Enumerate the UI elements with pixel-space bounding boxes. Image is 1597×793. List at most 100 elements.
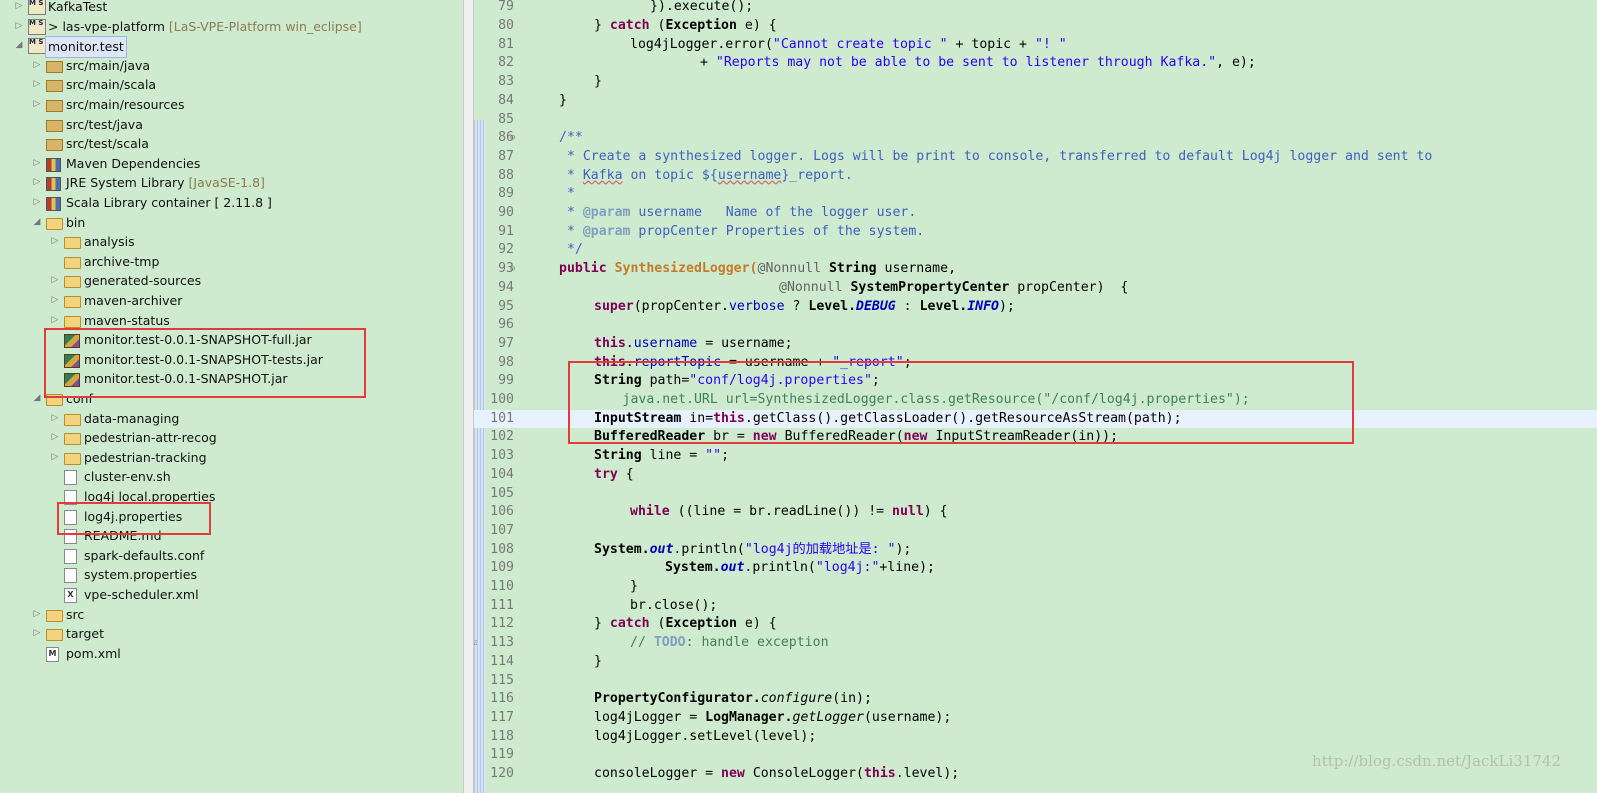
code-line: 86 ⊖ /**	[474, 129, 1597, 148]
line-number: 91	[498, 223, 514, 239]
code-text: * Create a synthesized logger. Logs will…	[559, 148, 1433, 164]
collapse-arrow-icon[interactable]: ▷	[50, 291, 60, 311]
code-text: }	[630, 579, 638, 594]
tree-item[interactable]: monitor.test-0.0.1-SNAPSHOT-tests.jar	[0, 350, 460, 370]
tree-item-label: JRE System Library [JavaSE-1.8]	[66, 175, 265, 191]
project-icon: M S	[28, 38, 46, 55]
tree-item-label: analysis	[84, 234, 135, 250]
tree-item[interactable]: system.properties	[0, 565, 460, 585]
code-text: super(propCenter.verbose ? Level.DEBUG :…	[594, 298, 1015, 314]
collapse-arrow-icon[interactable]: ▷	[14, 17, 24, 37]
tree-item[interactable]: ▷ data-managing	[0, 409, 460, 429]
collapse-arrow-icon[interactable]: ▷	[32, 75, 42, 95]
line-number: 117	[490, 709, 514, 725]
collapse-arrow-icon[interactable]: ▷	[32, 193, 42, 213]
expand-arrow-icon[interactable]: ◢	[32, 213, 42, 233]
tree-item[interactable]: monitor.test-0.0.1-SNAPSHOT.jar	[0, 369, 460, 389]
tree-item-label: src/test/scala	[66, 136, 149, 152]
tree-item[interactable]: ▷ Scala Library container [ 2.11.8 ]	[0, 193, 460, 213]
line-number: 97	[498, 335, 514, 351]
tree-item-label: maven-archiver	[84, 293, 183, 308]
tree-item-label: log4j.properties	[84, 508, 183, 524]
source-folder-icon	[46, 60, 63, 73]
code-text: @Nonnull SystemPropertyCenter propCenter…	[779, 279, 1129, 295]
tree-item[interactable]: ◢ conf	[0, 389, 460, 409]
tree-item[interactable]: cluster-env.sh	[0, 467, 460, 487]
tree-item[interactable]: log4j local.properties	[0, 487, 460, 507]
line-number: 93	[498, 261, 514, 277]
tree-item[interactable]: ▷ M S > las-vpe-platform [LaS-VPE-Platform …	[0, 17, 460, 37]
tree-item[interactable]: ▷ src/main/java	[0, 56, 460, 76]
tree-item[interactable]: ▷ M S KafkaTest	[0, 0, 460, 17]
collapse-arrow-icon[interactable]: ▷	[50, 311, 60, 331]
code-text: br.close();	[630, 597, 718, 613]
tree-item[interactable]: ▷ src/main/resources	[0, 95, 460, 115]
code-editor[interactable]: 79}).execute(); 80} catch (Exception e) …	[474, 0, 1597, 793]
collapse-arrow-icon[interactable]: ▷	[32, 56, 42, 76]
collapse-arrow-icon[interactable]: ▷	[50, 271, 60, 291]
tree-item[interactable]: ▷ Maven Dependencies	[0, 154, 460, 174]
tree-item[interactable]: ▷ src	[0, 605, 460, 625]
folder-icon	[64, 296, 81, 308]
collapse-arrow-icon[interactable]: ▷	[50, 409, 60, 429]
tree-item-label: monitor.test-0.0.1-SNAPSHOT-full.jar	[84, 332, 312, 348]
line-number: 110	[490, 579, 514, 594]
tree-item[interactable]: log4j.properties	[0, 507, 460, 527]
collapse-arrow-icon[interactable]: ▷	[32, 624, 42, 644]
collapse-arrow-icon[interactable]: ▷	[50, 428, 60, 448]
tree-item[interactable]: ▷ pedestrian-attr-recog	[0, 428, 460, 448]
code-text: java.net.URL url=SynthesizedLogger.class…	[559, 392, 1250, 407]
tree-item[interactable]: ▷ generated-sources	[0, 271, 460, 291]
tree-item-label: > las-vpe-platform [LaS-VPE-Platform win_…	[48, 18, 362, 34]
code-line: 83}	[474, 73, 1597, 92]
tree-item-suffix: [JavaSE-1.8]	[188, 175, 265, 191]
tree-item[interactable]: monitor.test-0.0.1-SNAPSHOT-full.jar	[0, 330, 460, 350]
source-folder-icon	[46, 80, 63, 93]
tree-item[interactable]: ▷ target	[0, 624, 460, 644]
jar-icon	[64, 373, 80, 388]
line-number: 94	[498, 279, 514, 295]
tree-item[interactable]: ▷ pedestrian-tracking	[0, 448, 460, 468]
tree-item[interactable]: archive-tmp	[0, 252, 460, 272]
expand-arrow-icon[interactable]: ◢	[32, 389, 42, 409]
line-number: 120	[490, 766, 514, 781]
expand-arrow-icon[interactable]: ◢	[14, 36, 24, 56]
file-icon	[64, 490, 77, 505]
tree-item[interactable]: ▷ src/main/scala	[0, 75, 460, 95]
tree-item-label: data-managing	[84, 410, 180, 426]
code-line: 94 @Nonnull SystemPropertyCenter propCent…	[474, 279, 1597, 298]
collapse-arrow-icon[interactable]: ▷	[32, 154, 42, 174]
collapse-arrow-icon[interactable]: ▷	[32, 173, 42, 193]
folder-icon	[64, 276, 81, 289]
tree-item[interactable]: ▷ maven-archiver	[0, 291, 460, 311]
collapse-arrow-icon[interactable]: ▷	[14, 0, 24, 17]
line-number: 81	[498, 36, 514, 52]
line-number: 89	[498, 186, 514, 202]
line-number: 87	[498, 148, 514, 164]
tree-item[interactable]: spark-defaults.conf	[0, 546, 460, 566]
tree-item[interactable]: src/test/scala	[0, 134, 460, 154]
tree-item[interactable]: ◢ M Smonitor.test	[0, 36, 460, 58]
collapse-arrow-icon[interactable]: ▷	[32, 95, 42, 115]
fold-toggle-icon[interactable]: ⊖	[510, 129, 515, 148]
code-text: public SynthesizedLogger(@Nonnull String…	[559, 261, 957, 277]
tree-item[interactable]: src/test/java	[0, 115, 460, 135]
collapse-arrow-icon[interactable]: ▷	[50, 232, 60, 252]
tree-item[interactable]: ◢ bin	[0, 213, 460, 233]
tree-item[interactable]: ▷ maven-status	[0, 311, 460, 331]
code-line: 82 + "Reports may not be able to be sent …	[474, 54, 1597, 73]
collapse-arrow-icon[interactable]: ▷	[50, 448, 60, 468]
fold-toggle-icon[interactable]: ⊖	[510, 260, 515, 279]
tree-item[interactable]: ▷ JRE System Library [JavaSE-1.8]	[0, 173, 460, 193]
file-icon	[64, 470, 77, 486]
folder-icon	[46, 609, 63, 622]
tree-item[interactable]: Mpom.xml	[0, 644, 460, 664]
tree-item[interactable]: Xvpe-scheduler.xml	[0, 585, 460, 605]
tree-item[interactable]: ▷ analysis	[0, 232, 460, 252]
collapse-arrow-icon[interactable]: ▷	[32, 605, 42, 625]
tree-item[interactable]: README.md	[0, 526, 460, 546]
code-line: 104 try {	[474, 466, 1597, 485]
panel-splitter[interactable]	[463, 0, 474, 793]
code-line: 97 this.username = username;	[474, 335, 1597, 354]
file-icon	[64, 548, 77, 564]
